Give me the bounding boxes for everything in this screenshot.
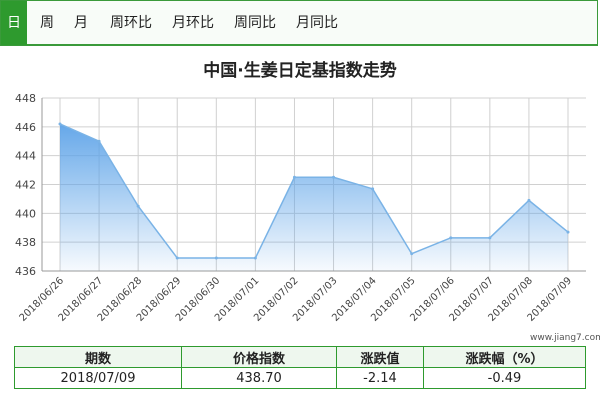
- site-watermark: www.jiang7.com: [530, 333, 600, 343]
- cell-change-percent: -0.49: [423, 367, 586, 389]
- cell-price-index: 438.70: [181, 367, 337, 389]
- data-point: [527, 198, 531, 202]
- y-tick-label: 436: [15, 265, 36, 278]
- data-point: [410, 252, 414, 256]
- tab-month-year-on-year[interactable]: 月同比: [291, 1, 343, 45]
- header-price-index: 价格指数: [181, 346, 337, 368]
- header-change-value: 涨跌值: [336, 346, 424, 368]
- chart-title: 中国·生姜日定基指数走势: [203, 61, 397, 81]
- index-trend-chart: 4364384404424444464482018/06/262018/06/2…: [15, 92, 586, 324]
- data-point: [371, 187, 375, 191]
- index-summary-table: 期数 价格指数 涨跌值 涨跌幅（%） 2018/07/09 438.70 -2.…: [14, 346, 586, 389]
- data-point: [253, 256, 257, 260]
- y-tick-label: 440: [15, 207, 36, 220]
- tab-month[interactable]: 月: [69, 1, 93, 45]
- y-tick-label: 448: [15, 92, 36, 105]
- data-point: [214, 256, 218, 260]
- series-area: [60, 123, 568, 271]
- cell-period: 2018/07/09: [14, 367, 182, 389]
- data-point: [292, 175, 296, 179]
- tab-day[interactable]: 日: [1, 1, 27, 45]
- data-point: [488, 236, 492, 240]
- data-point: [175, 256, 179, 260]
- data-point: [332, 175, 336, 179]
- header-change-percent: 涨跌幅（%）: [423, 346, 586, 368]
- y-tick-label: 438: [15, 236, 36, 249]
- y-tick-label: 446: [15, 121, 36, 134]
- data-point: [136, 204, 140, 208]
- period-tab-bar: 日 周 月 周环比 月环比 周同比 月同比: [0, 0, 598, 46]
- data-point: [97, 139, 101, 143]
- header-period: 期数: [14, 346, 182, 368]
- tab-week-on-week[interactable]: 周环比: [105, 1, 157, 45]
- data-point: [449, 236, 453, 240]
- tab-week[interactable]: 周: [35, 1, 59, 45]
- table-row: 2018/07/09 438.70 -2.14 -0.49: [14, 367, 586, 389]
- tab-month-on-month[interactable]: 月环比: [167, 1, 219, 45]
- y-tick-label: 444: [15, 150, 36, 163]
- cell-change-value: -2.14: [336, 367, 424, 389]
- data-point: [566, 230, 570, 234]
- table-header-row: 期数 价格指数 涨跌值 涨跌幅（%）: [14, 346, 586, 368]
- data-point: [58, 122, 62, 126]
- tab-week-year-on-year[interactable]: 周同比: [229, 1, 281, 45]
- y-tick-label: 442: [15, 179, 36, 192]
